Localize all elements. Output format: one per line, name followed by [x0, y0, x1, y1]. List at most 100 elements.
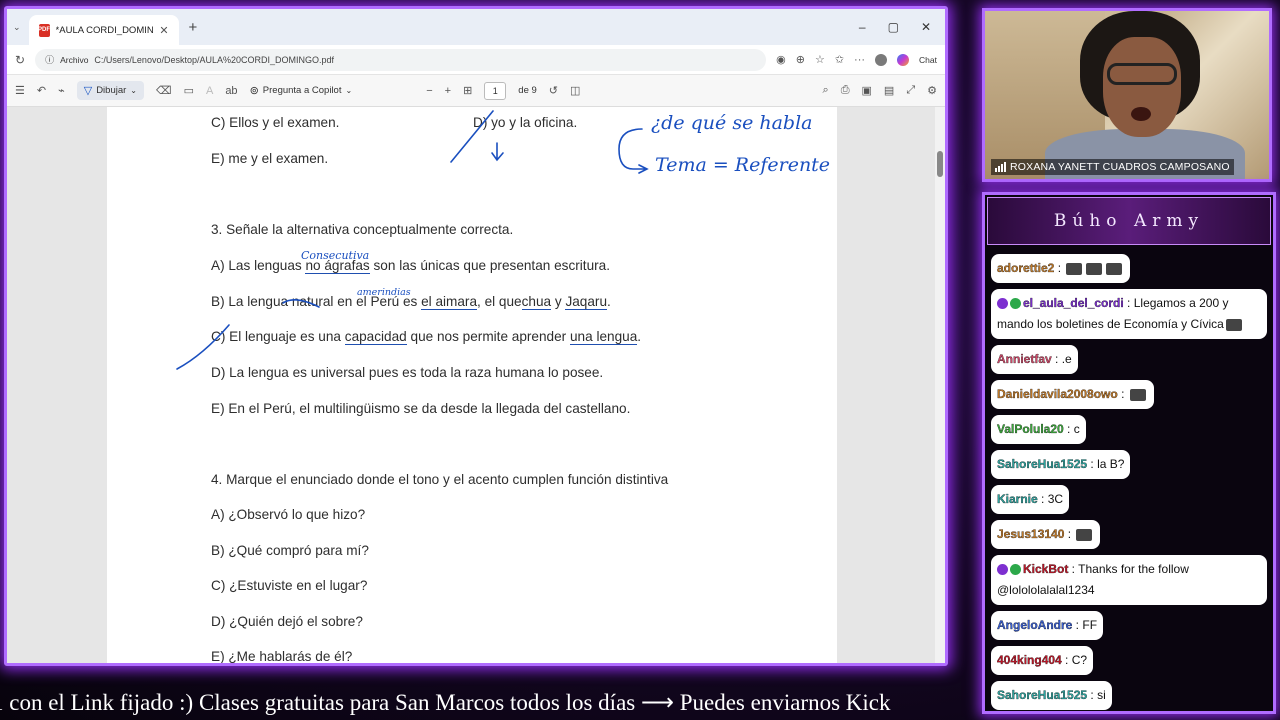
q3a-text-1: A) Las lenguas: [211, 258, 306, 273]
pdf-toolbar: ☰ ↶ ⌁ ▽ Dibujar ⌄ ⌫ ▭ A ab ⊚ Pregunta a …: [7, 75, 945, 107]
copilot-icon[interactable]: [897, 53, 910, 66]
zoom-icon[interactable]: ⊕: [796, 53, 805, 66]
close-window-button[interactable]: ✕: [921, 20, 931, 34]
q3-option-d: D) La lengua es universal pues es toda l…: [211, 365, 604, 380]
option-c-prev: C) Ellos y el examen.: [211, 115, 340, 130]
chat-text: la B?: [1097, 457, 1125, 471]
favorite-star-icon[interactable]: ☆: [815, 53, 825, 66]
chat-message: SahoreHua1525 : la B?: [991, 447, 1267, 482]
page-number-input[interactable]: 1: [484, 81, 507, 100]
chat-username[interactable]: adorettie2: [997, 261, 1055, 275]
draw-label: Dibujar: [96, 85, 127, 96]
new-tab-button[interactable]: +: [189, 19, 198, 36]
text-style-icon[interactable]: A: [206, 85, 213, 97]
contents-icon[interactable]: ☰: [15, 84, 25, 97]
verified-badge-icon: [1010, 564, 1021, 576]
window-controls: – ▢ ✕: [859, 20, 945, 34]
chat-username[interactable]: el_aula_del_cordi: [1023, 296, 1124, 310]
chat-username[interactable]: KickBot: [1023, 562, 1069, 576]
search-icon[interactable]: ⌕: [823, 84, 829, 97]
zoom-in-icon[interactable]: +: [445, 85, 451, 97]
chat-message: SahoreHua1525 : si: [991, 678, 1267, 711]
chat-text: .e: [1061, 352, 1072, 366]
eraser-icon[interactable]: ⌫: [156, 84, 172, 97]
emote-icon: [1086, 262, 1103, 275]
fullscreen-icon[interactable]: ⤢: [906, 84, 915, 97]
text-icon[interactable]: ▭: [184, 84, 194, 97]
chat-message: KickBot : Thanks for the follow @lololol…: [991, 555, 1267, 605]
address-bar[interactable]: ⓘ Archivo C:/Users/Lenovo/Desktop/AULA%2…: [35, 48, 767, 71]
minimize-button[interactable]: –: [859, 20, 866, 34]
pdf-icon: PDF: [38, 23, 50, 37]
rotate-icon[interactable]: ↺: [549, 84, 558, 97]
tab-list-icon[interactable]: ⌄: [13, 22, 21, 33]
undo-icon[interactable]: ↶: [37, 84, 46, 97]
q3-option-e: E) En el Perú, el multilingüismo se da d…: [211, 401, 631, 416]
q3a-text-2: son las únicas que presentan escritura.: [369, 258, 611, 273]
favorites-icon[interactable]: ✩: [835, 53, 844, 66]
user-badge-icon: [997, 564, 1008, 576]
page-view-icon[interactable]: ◫: [570, 84, 580, 97]
address-path: C:/Users/Lenovo/Desktop/AULA%20CORDI_DOM…: [94, 54, 335, 65]
chat-username[interactable]: Jesus13140: [997, 527, 1065, 541]
chat-username[interactable]: ValPolula20: [997, 422, 1064, 436]
q3c-text-2: que nos permite aprender: [406, 329, 570, 344]
chat-message: AngeloAndre : FF: [991, 608, 1267, 643]
save-as-icon[interactable]: ▤: [884, 84, 894, 97]
chat-text: c: [1073, 422, 1080, 436]
close-tab-icon[interactable]: ✕: [159, 24, 168, 37]
tab-pdf[interactable]: PDF *AULA CORDI_DOMINGO.pdf ✕: [28, 15, 179, 45]
ticker-text: 1 con el Link fijado :) Clases gratuitas…: [0, 690, 891, 715]
chat-username[interactable]: Danieldavila2008owo: [997, 387, 1118, 401]
chat-separator: :: [1117, 387, 1128, 401]
info-icon[interactable]: ⓘ: [45, 53, 54, 66]
fit-page-icon[interactable]: ⊞: [463, 84, 472, 97]
chat-separator: :: [1087, 457, 1098, 471]
highlight-icon[interactable]: ⌁: [58, 84, 65, 97]
chat-username[interactable]: Annietfav: [997, 352, 1052, 366]
chat-message: el_aula_del_cordi : Llegamos a 200 y man…: [991, 289, 1267, 339]
signal-icon: [995, 162, 1006, 172]
tab-title: *AULA CORDI_DOMINGO.pdf: [55, 24, 154, 36]
emote-icon: [1129, 388, 1146, 401]
chat-username[interactable]: 404king404: [997, 653, 1062, 667]
save-icon[interactable]: ▣: [862, 84, 872, 97]
read-icon[interactable]: ab: [225, 85, 237, 97]
chat-text: FF: [1082, 618, 1098, 632]
page-total: de 9: [518, 85, 537, 96]
pdf-viewer[interactable]: C) Ellos y el examen. D) yo y la oficina…: [7, 107, 945, 663]
reload-icon[interactable]: ↻: [15, 53, 25, 67]
tab-bar: ⌄ PDF *AULA CORDI_DOMINGO.pdf ✕ + – ▢ ✕: [7, 9, 945, 45]
copilot-ask-icon: ⊚: [249, 85, 259, 97]
chat-separator: :: [1037, 492, 1048, 506]
q3a-underlined: no ágrafas: [305, 258, 370, 274]
chat-text: C?: [1071, 653, 1088, 667]
zoom-out-icon[interactable]: −: [426, 85, 432, 97]
print-icon[interactable]: ⎙: [841, 84, 850, 97]
chat-bubble: Annietfav : .e: [991, 345, 1078, 374]
q3-option-b: B) La lengua natural en el Perú es el ai…: [211, 294, 611, 310]
chat-message: Jesus13140 :: [991, 517, 1267, 552]
chat-username[interactable]: Kiarnie: [997, 492, 1038, 506]
q4-option-d: D) ¿Quién dejó el sobre?: [211, 614, 363, 629]
chat-separator: :: [1123, 296, 1134, 310]
settings-gear-icon[interactable]: ⚙: [927, 84, 937, 97]
chat-button[interactable]: Chat: [919, 55, 937, 65]
q3b-underlined-3: Jaqaru: [565, 294, 608, 310]
read-aloud-icon[interactable]: ◉: [776, 53, 786, 66]
more-icon[interactable]: ···: [854, 54, 865, 66]
draw-button[interactable]: ▽ Dibujar ⌄: [76, 81, 144, 100]
maximize-button[interactable]: ▢: [888, 20, 899, 34]
scrollbar-thumb[interactable]: [937, 151, 943, 177]
chat-username[interactable]: SahoreHua1525: [997, 457, 1087, 471]
profile-icon[interactable]: [875, 53, 888, 66]
vertical-scrollbar[interactable]: [935, 107, 945, 663]
chat-separator: :: [1054, 261, 1065, 275]
chat-bubble: Jesus13140 :: [991, 520, 1101, 549]
chat-username[interactable]: SahoreHua1525: [997, 688, 1087, 702]
chat-message: 404king404 : C?: [991, 643, 1267, 678]
copilot-ask-button[interactable]: ⊚ Pregunta a Copilot ⌄: [250, 84, 353, 97]
chat-username[interactable]: AngeloAndre: [997, 618, 1073, 632]
q4-option-b: B) ¿Qué compró para mí?: [211, 543, 369, 558]
q3b-text-1: B) La lengua natural en el Perú es: [211, 294, 422, 309]
